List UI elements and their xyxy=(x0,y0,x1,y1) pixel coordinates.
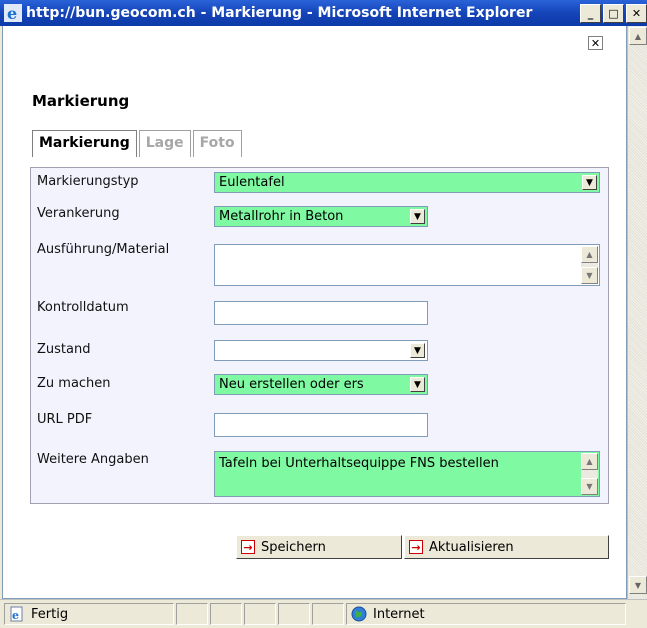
chevron-down-icon[interactable]: ▼ xyxy=(410,343,425,358)
tab-foto[interactable]: Foto xyxy=(192,130,242,157)
zustand-select[interactable]: ▼ xyxy=(214,340,428,361)
kontrolldatum-label: Kontrolldatum xyxy=(37,300,129,315)
zu-machen-select[interactable]: Neu erstellen oder ers ▼ xyxy=(214,374,428,395)
status-cell xyxy=(312,603,344,625)
status-cell xyxy=(176,603,208,625)
ie-logo-icon: e xyxy=(4,4,22,22)
verankerung-value: Metallrohr in Beton xyxy=(219,209,344,224)
zu-machen-value: Neu erstellen oder ers xyxy=(219,377,364,392)
weitere-angaben-label: Weitere Angaben xyxy=(37,452,149,467)
close-window-button[interactable]: ✕ xyxy=(626,3,647,23)
arrow-right-icon: → xyxy=(409,540,423,554)
verankerung-select[interactable]: Metallrohr in Beton ▼ xyxy=(214,206,428,227)
textarea-scrollbar[interactable]: ▲ ▼ xyxy=(581,246,598,284)
status-text: Fertig xyxy=(31,606,69,622)
status-text-cell: e Fertig xyxy=(4,603,174,625)
tab-lage[interactable]: Lage xyxy=(138,130,191,157)
weitere-angaben-textarea[interactable]: Tafeln bei Unterhaltsequippe FNS bestell… xyxy=(214,451,600,497)
form-panel: Markierungstyp Eulentafel ▼ Verankerung … xyxy=(30,167,609,504)
page-scrollbar[interactable]: ▲ ▼ xyxy=(627,26,647,599)
url-pdf-input[interactable] xyxy=(214,413,428,437)
status-cell xyxy=(244,603,276,625)
svg-text:e: e xyxy=(7,4,17,22)
maximize-button[interactable]: □ xyxy=(603,3,624,23)
minimize-button[interactable]: _ xyxy=(580,3,601,23)
markierungstyp-value: Eulentafel xyxy=(219,175,285,190)
url-pdf-label: URL PDF xyxy=(37,412,93,427)
arrow-right-icon: → xyxy=(241,540,255,554)
tab-markierung[interactable]: Markierung xyxy=(32,130,137,157)
status-cell xyxy=(210,603,242,625)
page-done-icon: e xyxy=(10,606,23,622)
zustand-label: Zustand xyxy=(37,342,91,357)
markierungstyp-select[interactable]: Eulentafel ▼ xyxy=(214,172,600,193)
markierungstyp-label: Markierungstyp xyxy=(37,174,139,189)
window-title: http://bun.geocom.ch - Markierung - Micr… xyxy=(26,5,533,21)
status-cell xyxy=(278,603,310,625)
textarea-scrollbar[interactable]: ▲ ▼ xyxy=(581,453,598,495)
scroll-up-icon[interactable]: ▲ xyxy=(581,246,598,263)
ausfuehrung-textarea[interactable]: ▲ ▼ xyxy=(214,244,600,286)
security-zone-text: Internet xyxy=(373,606,425,622)
globe-icon xyxy=(351,606,367,622)
page-title: Markierung xyxy=(32,92,130,110)
window-titlebar[interactable]: e http://bun.geocom.ch - Markierung - Mi… xyxy=(0,0,647,26)
tab-bar: Markierung Lage Foto xyxy=(32,130,244,157)
dialog-close-button[interactable]: ✕ xyxy=(588,36,603,50)
chevron-down-icon[interactable]: ▼ xyxy=(410,377,425,392)
save-button[interactable]: → Speichern xyxy=(236,535,402,559)
scroll-down-icon[interactable]: ▼ xyxy=(581,478,598,495)
refresh-button-label: Aktualisieren xyxy=(429,539,514,555)
chevron-down-icon[interactable]: ▼ xyxy=(582,175,597,190)
refresh-button[interactable]: → Aktualisieren xyxy=(404,535,609,559)
zu-machen-label: Zu machen xyxy=(37,376,111,391)
scroll-down-icon[interactable]: ▼ xyxy=(629,576,647,594)
status-bar: e Fertig Internet xyxy=(0,599,647,628)
save-button-label: Speichern xyxy=(261,539,326,555)
kontrolldatum-input[interactable] xyxy=(214,301,428,325)
chevron-down-icon[interactable]: ▼ xyxy=(410,209,425,224)
svg-text:e: e xyxy=(12,609,19,622)
scroll-up-icon[interactable]: ▲ xyxy=(581,453,598,470)
verankerung-label: Verankerung xyxy=(37,206,120,221)
scroll-up-icon[interactable]: ▲ xyxy=(629,27,647,45)
security-zone-cell: Internet xyxy=(346,603,626,625)
ausfuehrung-label: Ausführung/Material xyxy=(37,242,170,257)
scroll-down-icon[interactable]: ▼ xyxy=(581,267,598,284)
weitere-angaben-value: Tafeln bei Unterhaltsequippe FNS bestell… xyxy=(219,456,499,471)
